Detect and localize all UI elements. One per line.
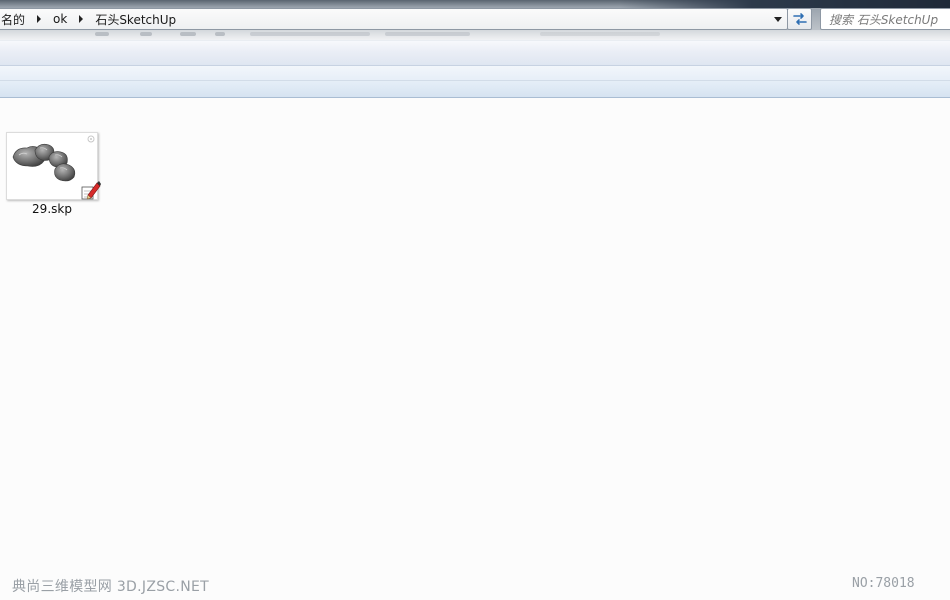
- refresh-button[interactable]: [787, 8, 812, 30]
- breadcrumb-item-current[interactable]: 石头SketchUp: [91, 11, 180, 28]
- watermark-site: 典尚三维模型网 3D.JZSC.NET: [12, 579, 209, 595]
- search-input[interactable]: 搜索 石头SketchUp: [820, 8, 950, 30]
- search-placeholder: 搜索 石头SketchUp: [829, 12, 939, 27]
- column-header-bar: [0, 66, 950, 98]
- file-list-pane: 29.skp: [0, 98, 950, 600]
- address-dropdown-button[interactable]: [769, 9, 787, 29]
- chevron-down-icon: [774, 16, 782, 22]
- address-bar[interactable]: 名的 ok 石头SketchUp: [0, 8, 788, 30]
- command-toolbar: [0, 40, 950, 66]
- explorer-window: 名的 ok 石头SketchUp 搜索 石头SketchUp 29.skp 典尚…: [0, 0, 950, 600]
- breadcrumb-separator-icon[interactable]: [79, 15, 84, 23]
- menu-bar: [0, 30, 950, 40]
- breadcrumb-item-ok[interactable]: ok: [49, 12, 71, 26]
- breadcrumb-item-parent[interactable]: 名的: [0, 11, 29, 28]
- sketchup-file-icon: [81, 181, 101, 200]
- refresh-icon: [792, 13, 807, 25]
- file-thumbnail: [6, 132, 101, 200]
- breadcrumb-separator-icon[interactable]: [37, 15, 42, 23]
- file-name-label: 29.skp: [32, 202, 72, 216]
- file-item[interactable]: 29.skp: [4, 130, 101, 222]
- title-bar-strip: [620, 0, 950, 8]
- breadcrumb: 名的 ok 石头SketchUp: [0, 9, 180, 29]
- divider: [0, 80, 950, 81]
- watermark-number: NO:78018: [852, 576, 915, 591]
